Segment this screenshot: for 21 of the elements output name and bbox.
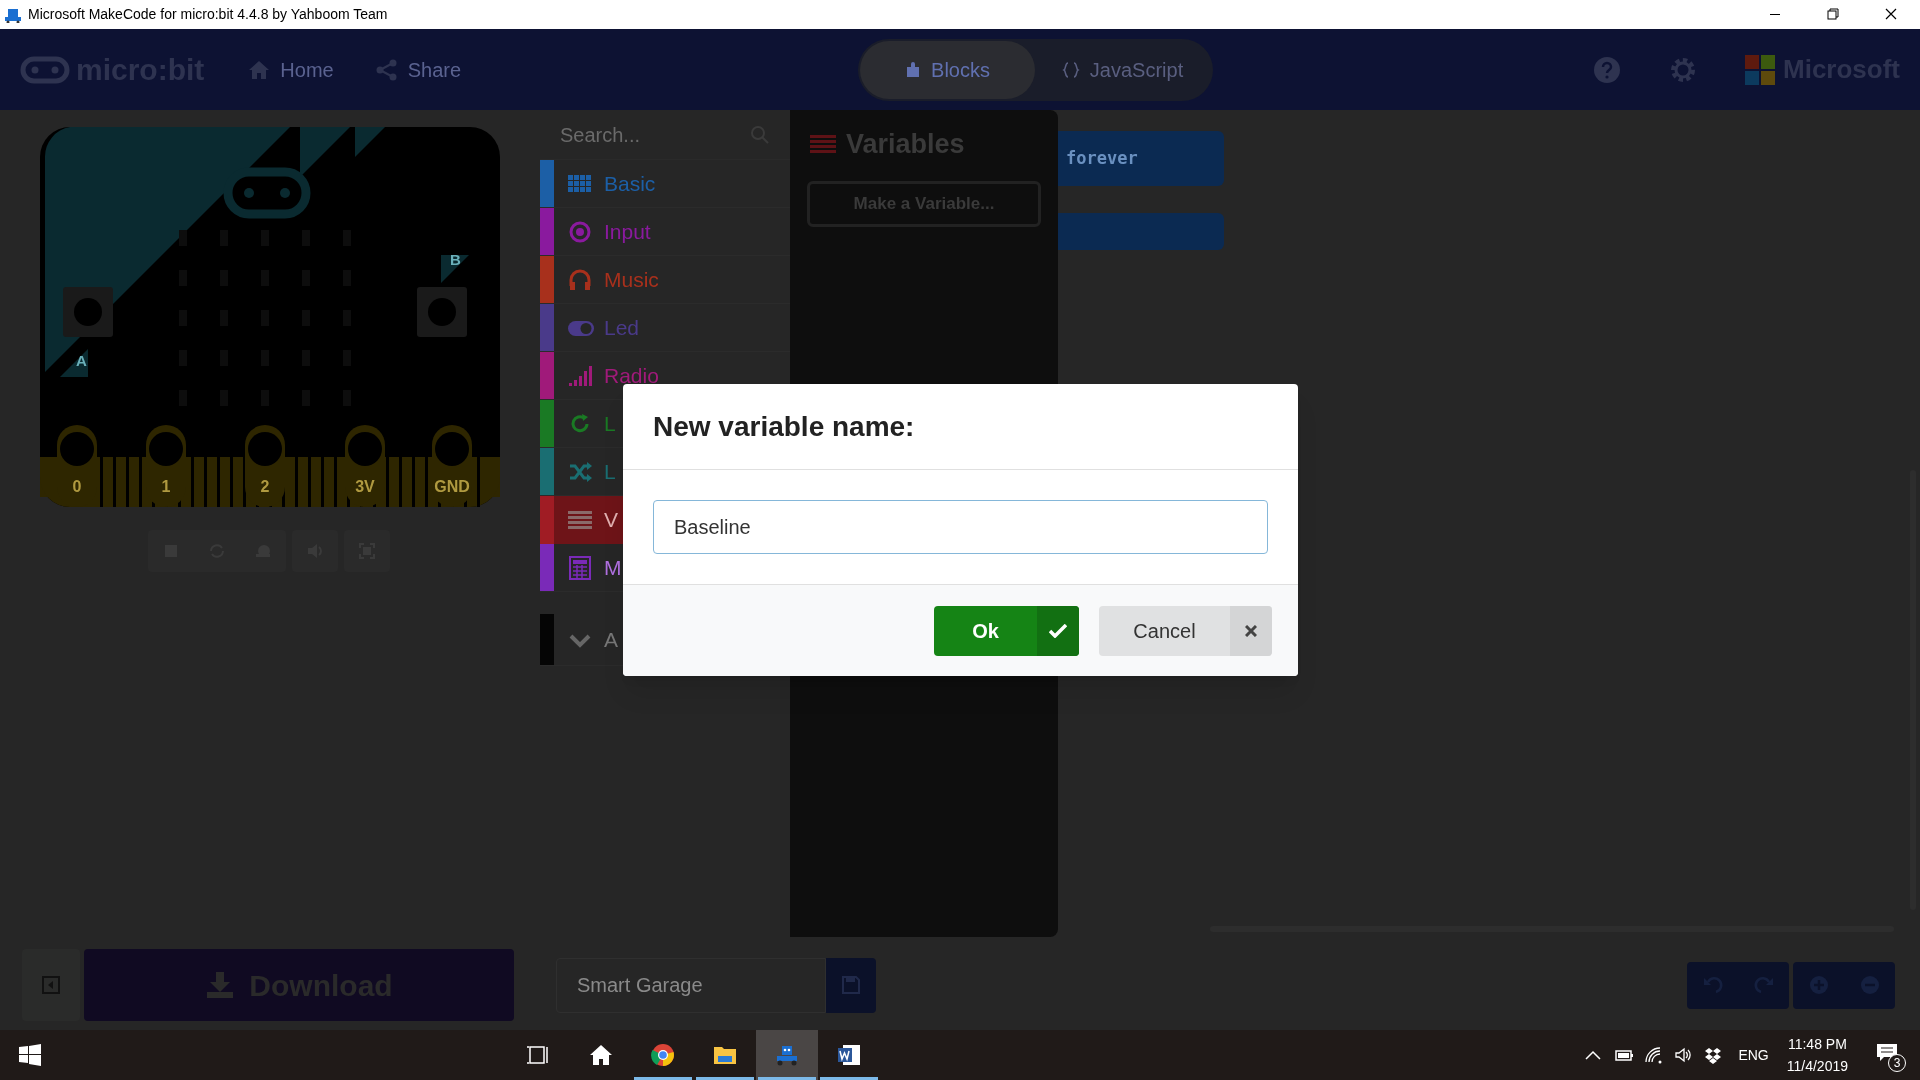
pin-label: 1 bbox=[161, 479, 171, 495]
pin-label: 3V bbox=[355, 479, 375, 495]
category-label: Music bbox=[604, 266, 659, 293]
notification-count: 3 bbox=[1888, 1054, 1906, 1072]
button-label: B bbox=[450, 252, 461, 267]
block-label: forever bbox=[1066, 146, 1138, 170]
category-label: Basic bbox=[604, 170, 656, 197]
category-label: M bbox=[604, 554, 622, 581]
category-label: Led bbox=[604, 314, 640, 341]
pin-label: 2 bbox=[260, 479, 270, 495]
pin-label: 0 bbox=[72, 479, 82, 495]
dialog-title: New variable name: bbox=[653, 409, 915, 444]
category-label: L bbox=[604, 410, 616, 437]
category-label: Radio bbox=[604, 362, 659, 389]
category-label: Input bbox=[604, 218, 651, 245]
category-label: V bbox=[604, 507, 618, 534]
category-label: A bbox=[604, 626, 618, 653]
window-title: Microsoft MakeCode for micro:bit 4.4.8 by Yahboom Team bbox=[28, 5, 388, 24]
pin-label: GND bbox=[434, 479, 470, 495]
button-label: A bbox=[76, 353, 87, 368]
category-label: L bbox=[604, 458, 616, 485]
